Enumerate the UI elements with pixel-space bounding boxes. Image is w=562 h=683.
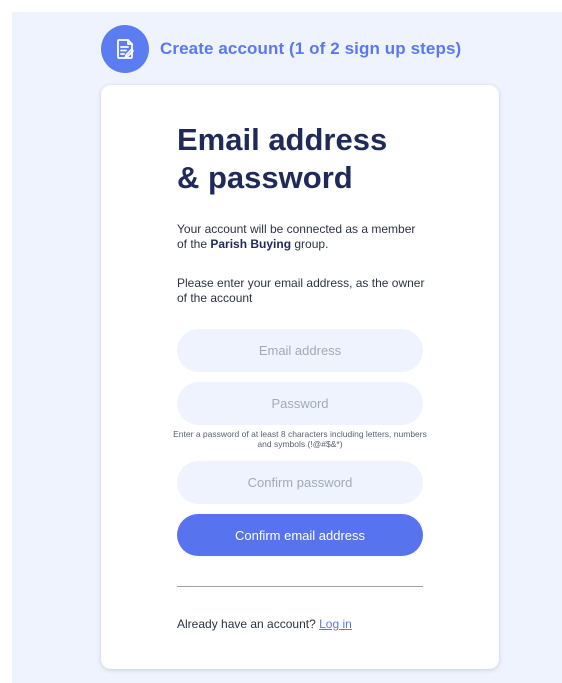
page-title-line-1: Email address: [177, 122, 388, 157]
password-input[interactable]: [177, 382, 423, 425]
login-prompt-text: Already have an account?: [177, 617, 316, 631]
login-link[interactable]: Log in: [319, 617, 352, 631]
login-prompt: Already have an account? Log in: [177, 617, 352, 632]
document-edit-icon: [101, 25, 149, 73]
divider: [177, 586, 423, 587]
email-instruction: Please enter your email address, as the …: [177, 276, 425, 305]
step-title: Create account (1 of 2 sign up steps): [160, 39, 462, 58]
password-hint: Enter a password of at least 8 character…: [173, 429, 427, 449]
page-title: Email address & password: [177, 121, 477, 197]
signup-card: Email address & password Your account wi…: [101, 85, 499, 669]
confirm-password-input[interactable]: [177, 461, 423, 504]
membership-notice: Your account will be connected as a memb…: [177, 222, 427, 252]
step-header: Create account (1 of 2 sign up steps): [101, 25, 461, 73]
confirm-email-button[interactable]: Confirm email address: [177, 514, 423, 556]
group-name: Parish Buying: [210, 237, 292, 251]
email-input[interactable]: [177, 329, 423, 372]
page-title-line-2: & password: [177, 160, 353, 195]
membership-notice-suffix: group.: [291, 237, 329, 251]
